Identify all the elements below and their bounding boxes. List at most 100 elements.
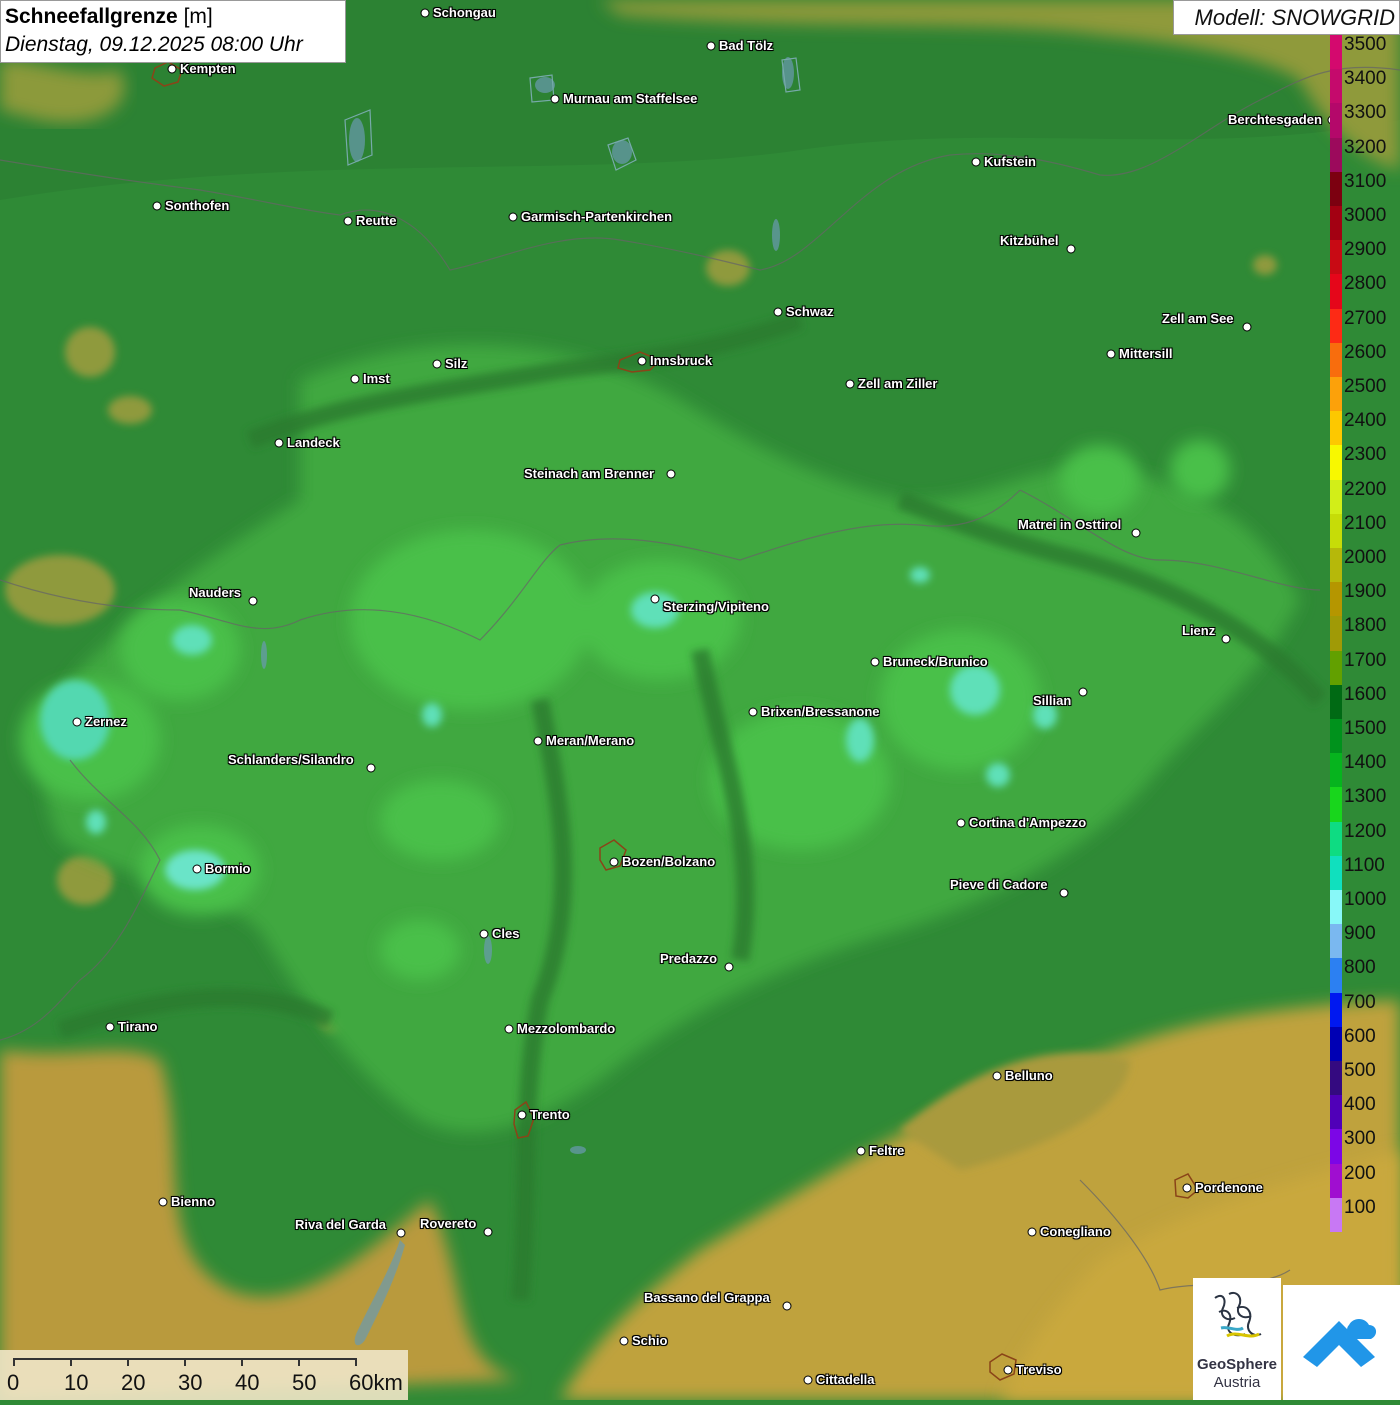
scale-label: 50 [292, 1370, 317, 1395]
city-label: Sillian [1033, 693, 1072, 708]
legend-swatch [1330, 103, 1342, 139]
legend-label: 3500 [1344, 34, 1387, 55]
scale-label: 20 [121, 1370, 146, 1395]
city-label: Zell am See [1162, 311, 1234, 326]
legend-label: 1900 [1344, 581, 1387, 603]
city-label: Conegliano [1040, 1224, 1111, 1239]
city-label: Nauders [189, 585, 242, 600]
city-label: Brixen/Bressanone [761, 704, 880, 719]
city-marker-dot [366, 763, 376, 773]
city-label: Bienno [171, 1194, 216, 1209]
city-marker-dot [504, 1024, 514, 1034]
city-marker-dot [483, 1227, 493, 1237]
model-label: Modell: SNOWGRID [1173, 0, 1400, 35]
legend-swatch [1330, 274, 1342, 310]
city-label: Kufstein [984, 154, 1036, 169]
legend-label: 2800 [1344, 273, 1387, 295]
city-label: Trento [530, 1107, 570, 1122]
legend-swatch [1330, 890, 1342, 925]
city-marker-dot [420, 8, 430, 18]
city-label: Schongau [433, 5, 496, 20]
city-marker-dot [1131, 528, 1141, 538]
mountain-cloud-logo-icon [1303, 1319, 1377, 1367]
legend-label: 200 [1344, 1162, 1376, 1184]
scale-label: 40 [235, 1370, 260, 1395]
legend-swatch [1330, 308, 1342, 344]
legend-swatch [1330, 992, 1342, 1028]
city-marker-dot [158, 1197, 168, 1207]
legend-label: 1300 [1344, 786, 1387, 808]
legend-swatch [1330, 787, 1342, 823]
city-marker-dot [167, 64, 177, 74]
legend-swatch [1330, 35, 1342, 70]
legend-label: 1100 [1344, 854, 1385, 876]
legend-swatch [1330, 1026, 1342, 1062]
legend-label: 800 [1344, 957, 1376, 979]
city-marker-dot [845, 379, 855, 389]
scale-tick [70, 1358, 72, 1366]
legend-swatch [1330, 1197, 1342, 1233]
city-label: Tirano [118, 1019, 158, 1034]
title-unit: [m] [183, 5, 213, 28]
city-label: Bruneck/Brunico [883, 654, 988, 669]
legend-swatch [1330, 684, 1342, 720]
legend-label: 3400 [1344, 68, 1387, 90]
city-label: Rovereto [420, 1216, 477, 1231]
legend-swatch [1330, 377, 1342, 412]
legend-swatch [1330, 240, 1342, 275]
city-marker-dot [956, 818, 966, 828]
scale-tick [241, 1358, 243, 1366]
legend-label: 2100 [1344, 512, 1387, 534]
city-label: Landeck [287, 435, 340, 450]
legend-label: 100 [1344, 1196, 1376, 1218]
legend-swatch [1330, 821, 1342, 857]
legend-swatch [1330, 753, 1342, 788]
city-label: Mittersill [1119, 346, 1173, 361]
city-marker-dot [350, 374, 360, 384]
geosphere-name: GeoSphere [1196, 1356, 1278, 1373]
city-label: Kitzbühel [1000, 233, 1059, 248]
city-label: Bozen/Bolzano [622, 854, 716, 869]
legend-swatch [1330, 719, 1342, 754]
city-marker-dot [773, 307, 783, 317]
city-marker-dot [1182, 1183, 1192, 1193]
legend-label: 2400 [1344, 410, 1387, 432]
city-label: Kempten [180, 61, 236, 76]
city-label: Feltre [869, 1143, 905, 1158]
city-label: Pordenone [1195, 1180, 1263, 1195]
legend-swatch [1330, 69, 1342, 104]
city-label: Bad Tölz [719, 38, 774, 53]
city-marker-dot [1106, 349, 1116, 359]
title-text: Schneefallgrenze [5, 5, 178, 28]
legend-label: 1200 [1344, 820, 1387, 842]
legend-swatch [1330, 1061, 1342, 1096]
city-marker-dot [1078, 687, 1088, 697]
city-label: Riva del Garda [295, 1217, 387, 1232]
city-label: Pieve di Cadore [950, 877, 1048, 892]
legend-swatch [1330, 479, 1342, 515]
city-marker-dot [748, 707, 758, 717]
forecast-date: Dienstag, 09.12.2025 08:00 Uhr [5, 33, 303, 56]
legend-label: 3000 [1344, 205, 1387, 226]
city-label: Treviso [1016, 1362, 1062, 1377]
app-logo[interactable] [1283, 1285, 1400, 1400]
city-marker-dot [517, 1110, 527, 1120]
city-marker-dot [396, 1228, 406, 1238]
legend-swatch [1330, 206, 1342, 241]
city-label: Zernez [85, 714, 127, 729]
city-marker-dot [1066, 244, 1076, 254]
legend-label: 2200 [1344, 478, 1387, 500]
city-marker-dot [550, 94, 560, 104]
city-label: Cortina d'Ampezzo [969, 815, 1087, 830]
legend-label: 500 [1344, 1060, 1376, 1081]
legend-swatch [1330, 1129, 1342, 1165]
city-marker-dot [619, 1336, 629, 1346]
city-marker-dot [609, 857, 619, 867]
geosphere-logo[interactable]: GeoSphere Austria [1193, 1278, 1281, 1400]
city-marker-dot [105, 1022, 115, 1032]
legend-swatch [1330, 582, 1342, 617]
city-label: Bormio [205, 861, 251, 876]
city-label: Meran/Merano [546, 733, 635, 748]
city-marker-dot [666, 469, 676, 479]
city-marker-dot [637, 356, 647, 366]
